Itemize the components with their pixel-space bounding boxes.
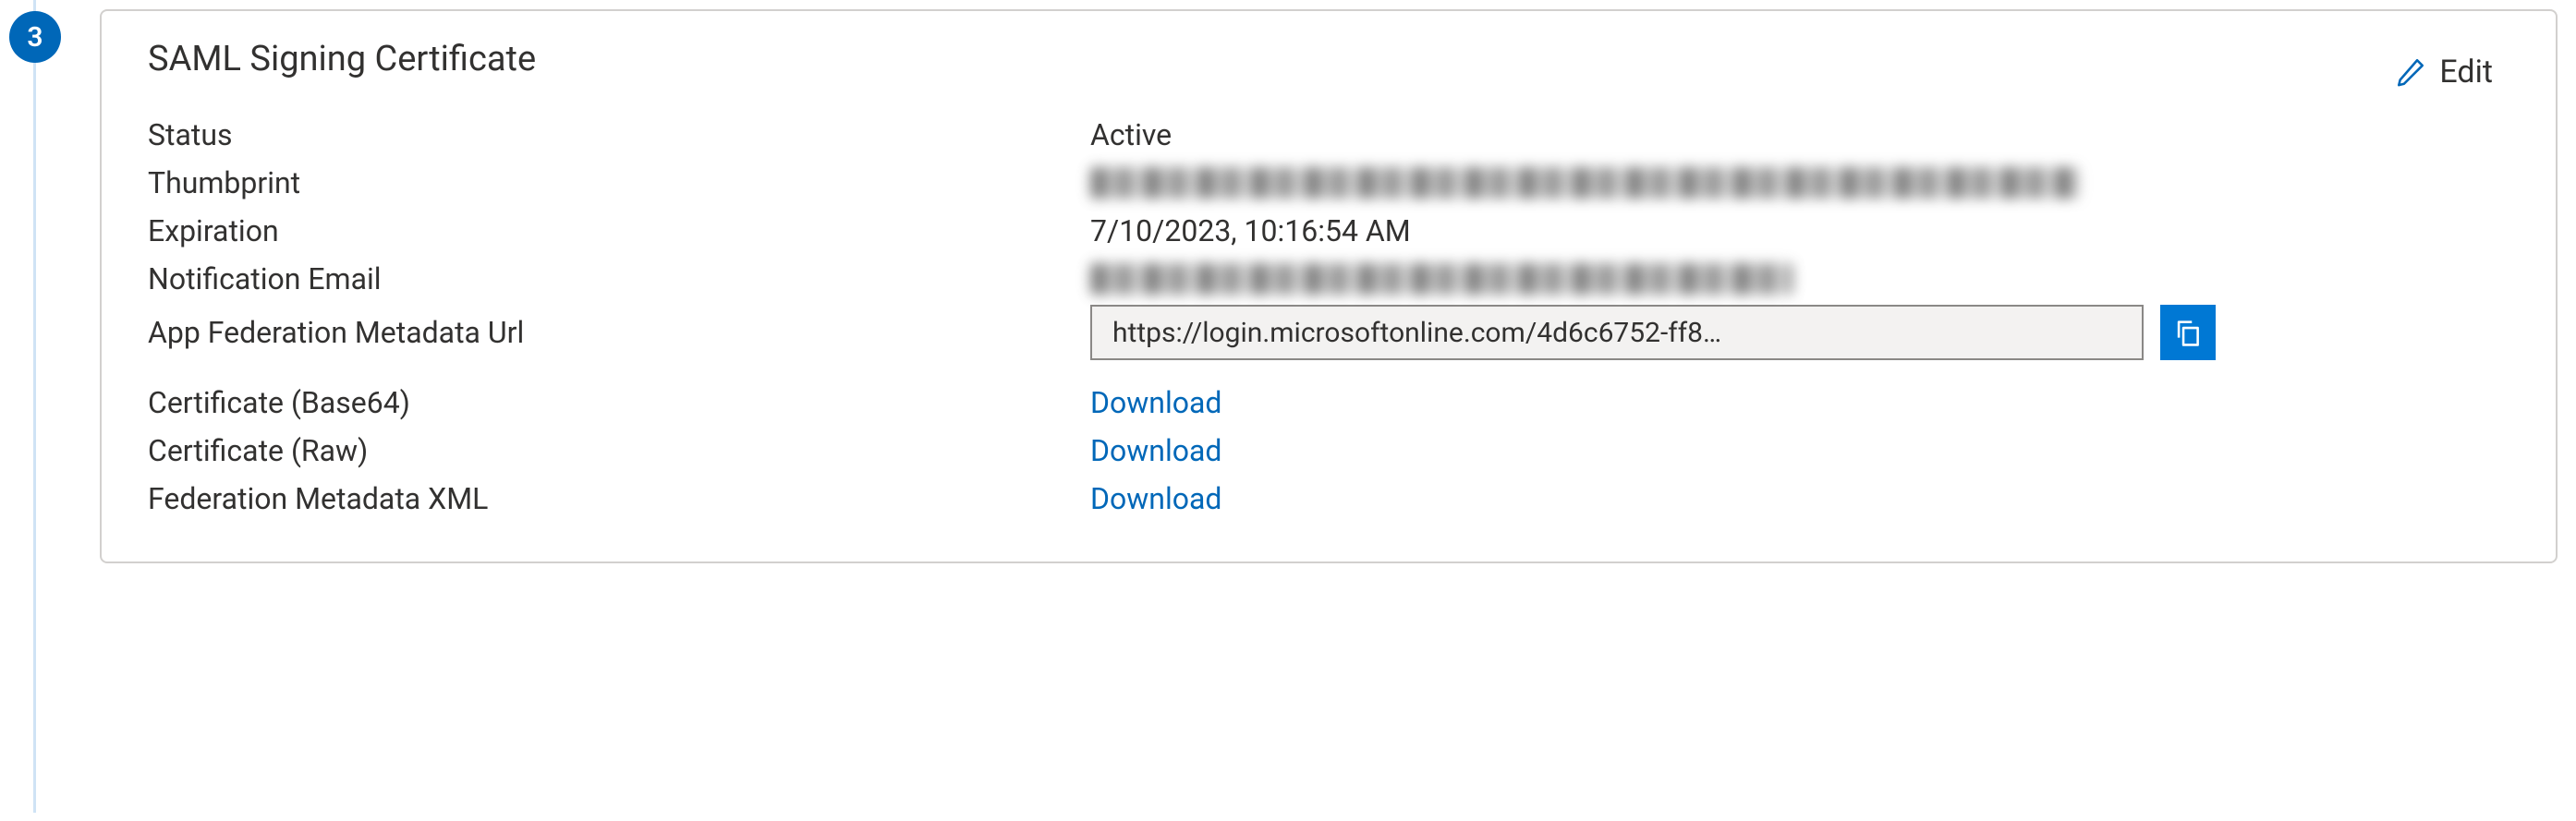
row-notification-email: Notification Email: [148, 255, 2509, 303]
metadata-url-label: App Federation Metadata Url: [148, 315, 1090, 350]
card-title: SAML Signing Certificate: [148, 39, 2509, 79]
row-cert-raw: Certificate (Raw) Download: [148, 427, 2509, 475]
row-thumbprint: Thumbprint: [148, 159, 2509, 207]
download-fed-xml-link[interactable]: Download: [1090, 481, 1221, 516]
edit-button[interactable]: Edit: [2388, 50, 2500, 94]
expiration-value: 7/10/2023, 10:16:54 AM: [1090, 213, 2509, 248]
thumbprint-label: Thumbprint: [148, 165, 1090, 200]
saml-signing-certificate-card: SAML Signing Certificate Edit Status Act…: [100, 9, 2558, 563]
row-expiration: Expiration 7/10/2023, 10:16:54 AM: [148, 207, 2509, 255]
step-connector: [33, 0, 36, 813]
row-cert-base64: Certificate (Base64) Download: [148, 379, 2509, 427]
cert-raw-label: Certificate (Raw): [148, 433, 1090, 468]
row-fed-xml: Federation Metadata XML Download: [148, 475, 2509, 523]
notification-email-value-redacted: [1090, 263, 1792, 295]
step-number-badge: 3: [9, 11, 61, 63]
expiration-label: Expiration: [148, 213, 1090, 248]
copy-url-button[interactable]: [2160, 305, 2216, 360]
cert-base64-label: Certificate (Base64): [148, 385, 1090, 420]
download-cert-base64-link[interactable]: Download: [1090, 385, 1221, 420]
fed-xml-label: Federation Metadata XML: [148, 481, 1090, 516]
pencil-icon: [2395, 56, 2426, 88]
status-label: Status: [148, 117, 1090, 152]
copy-icon: [2172, 317, 2204, 348]
download-cert-raw-link[interactable]: Download: [1090, 433, 1221, 468]
metadata-url-input[interactable]: https://login.microsoftonline.com/4d6c67…: [1090, 305, 2144, 360]
edit-button-label: Edit: [2439, 54, 2493, 91]
row-status: Status Active: [148, 111, 2509, 159]
status-value: Active: [1090, 117, 2509, 152]
notification-email-label: Notification Email: [148, 261, 1090, 296]
thumbprint-value-redacted: [1090, 167, 2079, 199]
row-metadata-url: App Federation Metadata Url https://logi…: [148, 303, 2509, 362]
